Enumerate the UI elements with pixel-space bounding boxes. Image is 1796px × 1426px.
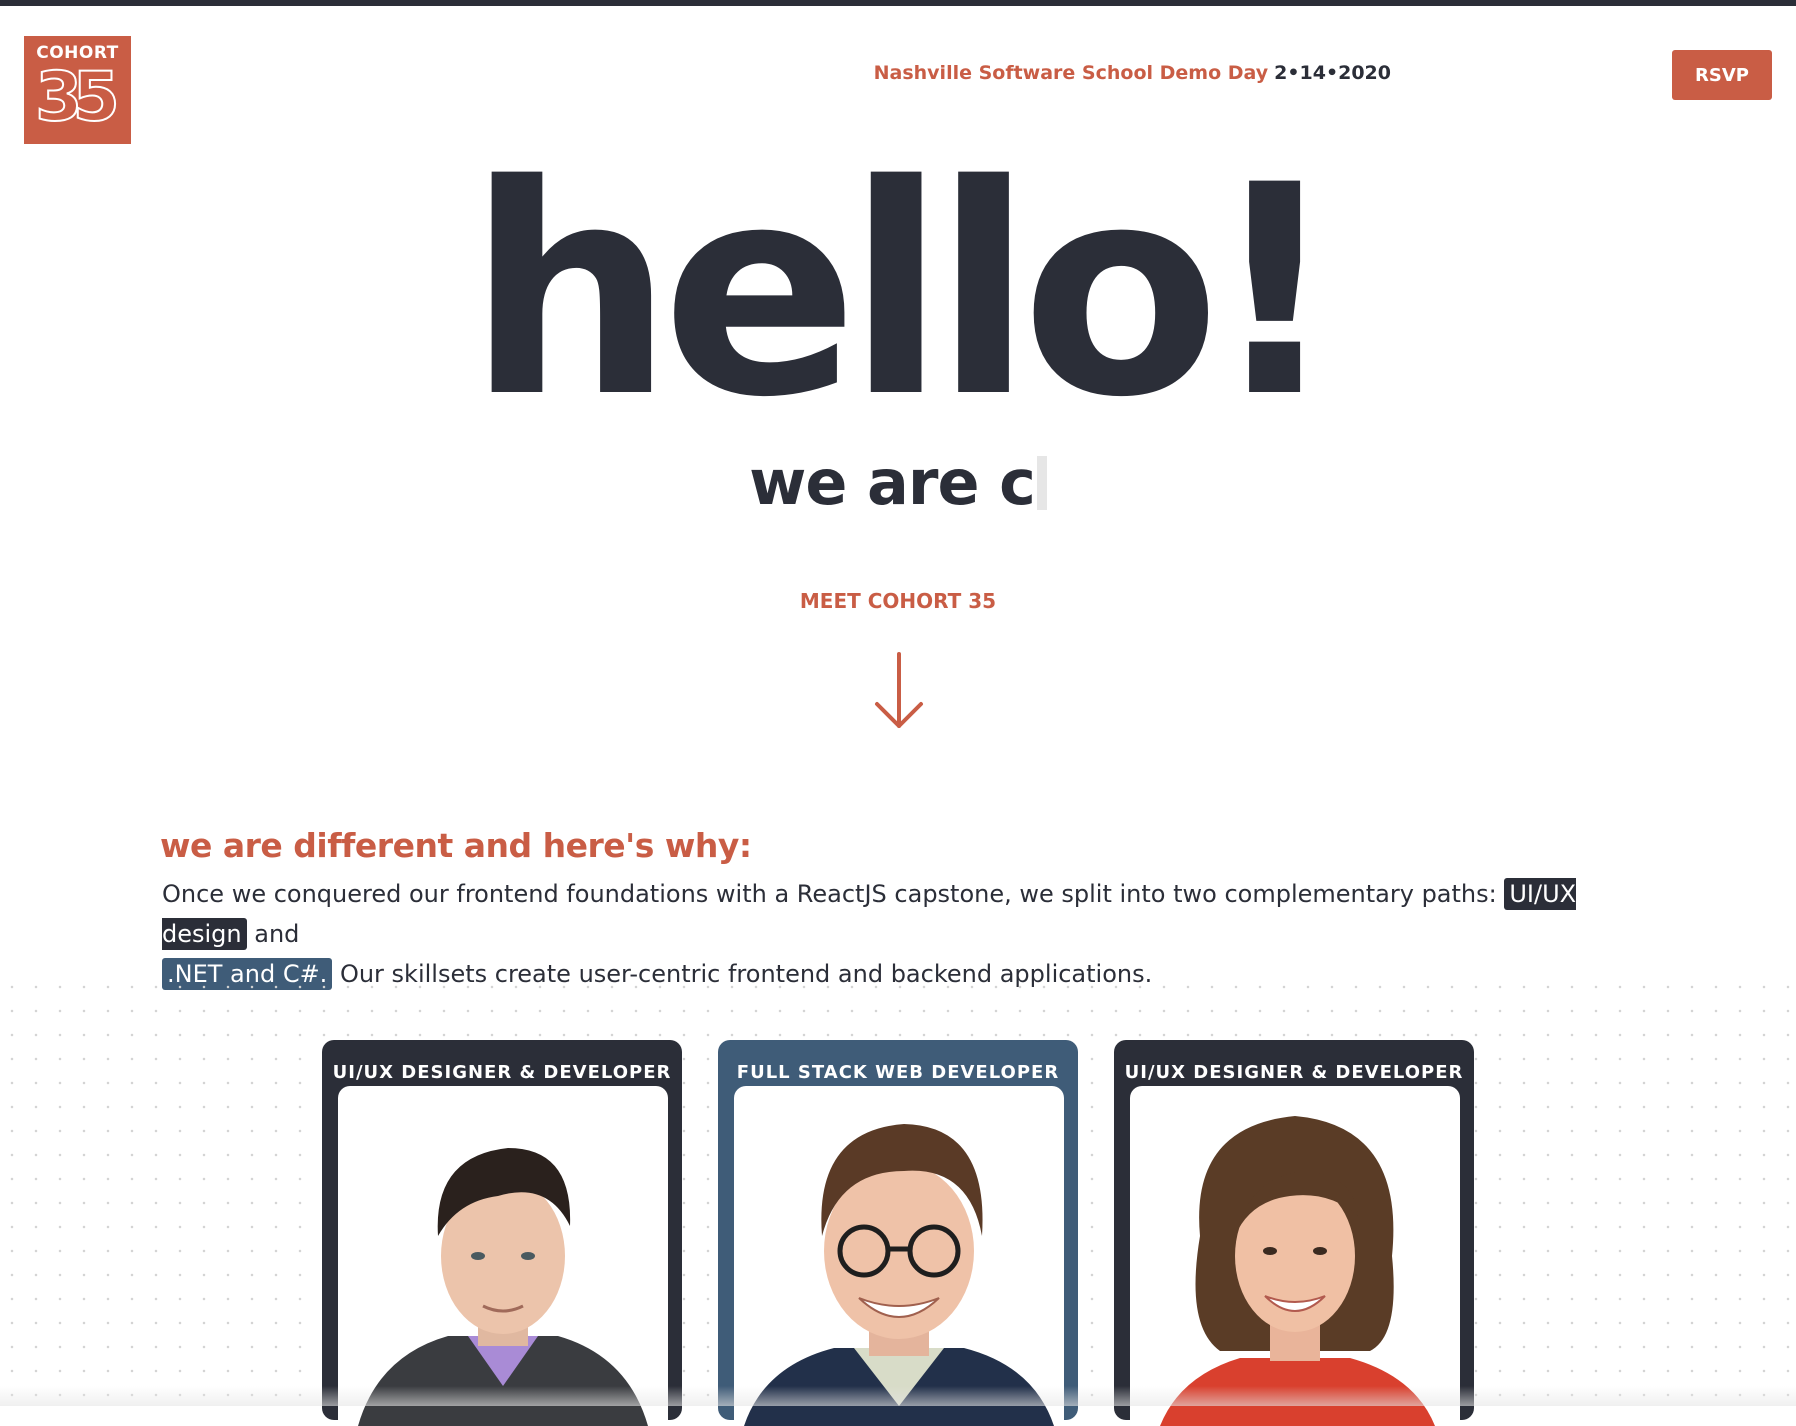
why-text-before: Once we conquered our frontend foundatio… [162, 880, 1505, 908]
member-photo[interactable] [734, 1086, 1064, 1426]
person-avatar-icon [1160, 1116, 1435, 1426]
member-photo[interactable] [338, 1086, 668, 1426]
typed-text: we are c [749, 446, 1036, 519]
cohort-card[interactable]: FULL STACK WEB DEVELOPER [718, 1040, 1078, 1426]
cohort-card[interactable]: UI/UX DESIGNER & DEVELOPER [322, 1040, 682, 1426]
typing-cursor [1036, 456, 1047, 510]
event-info: Nashville Software School Demo Day 2•14•2… [874, 62, 1391, 84]
event-date: 2•14•2020 [1274, 62, 1391, 84]
why-text-mid: and [246, 920, 300, 948]
member-photo[interactable] [1130, 1086, 1460, 1426]
why-heading: we are different and here's why: [160, 826, 752, 865]
person-avatar-icon [358, 1148, 648, 1426]
meet-cohort-link[interactable]: MEET COHORT 35 [0, 589, 1796, 613]
logo-number: 35 [34, 58, 121, 137]
typed-tagline: we are c [0, 446, 1796, 519]
person-avatar-icon [744, 1124, 1054, 1426]
bottom-fade [0, 1386, 1796, 1406]
school-name: Nashville Software School Demo Day [873, 62, 1269, 84]
cohort-card[interactable]: UI/UX DESIGNER & DEVELOPER [1114, 1040, 1474, 1426]
card-role: UI/UX DESIGNER & DEVELOPER [1124, 1062, 1464, 1083]
cohort-logo[interactable]: COHORT 35 [24, 36, 131, 144]
rsvp-button[interactable]: RSVP [1672, 50, 1772, 100]
card-role: FULL STACK WEB DEVELOPER [736, 1062, 1060, 1083]
arrow-down-icon[interactable] [874, 652, 924, 732]
hero-title: hello! [467, 124, 1340, 461]
card-role: UI/UX DESIGNER & DEVELOPER [332, 1062, 672, 1083]
top-border [0, 0, 1796, 6]
